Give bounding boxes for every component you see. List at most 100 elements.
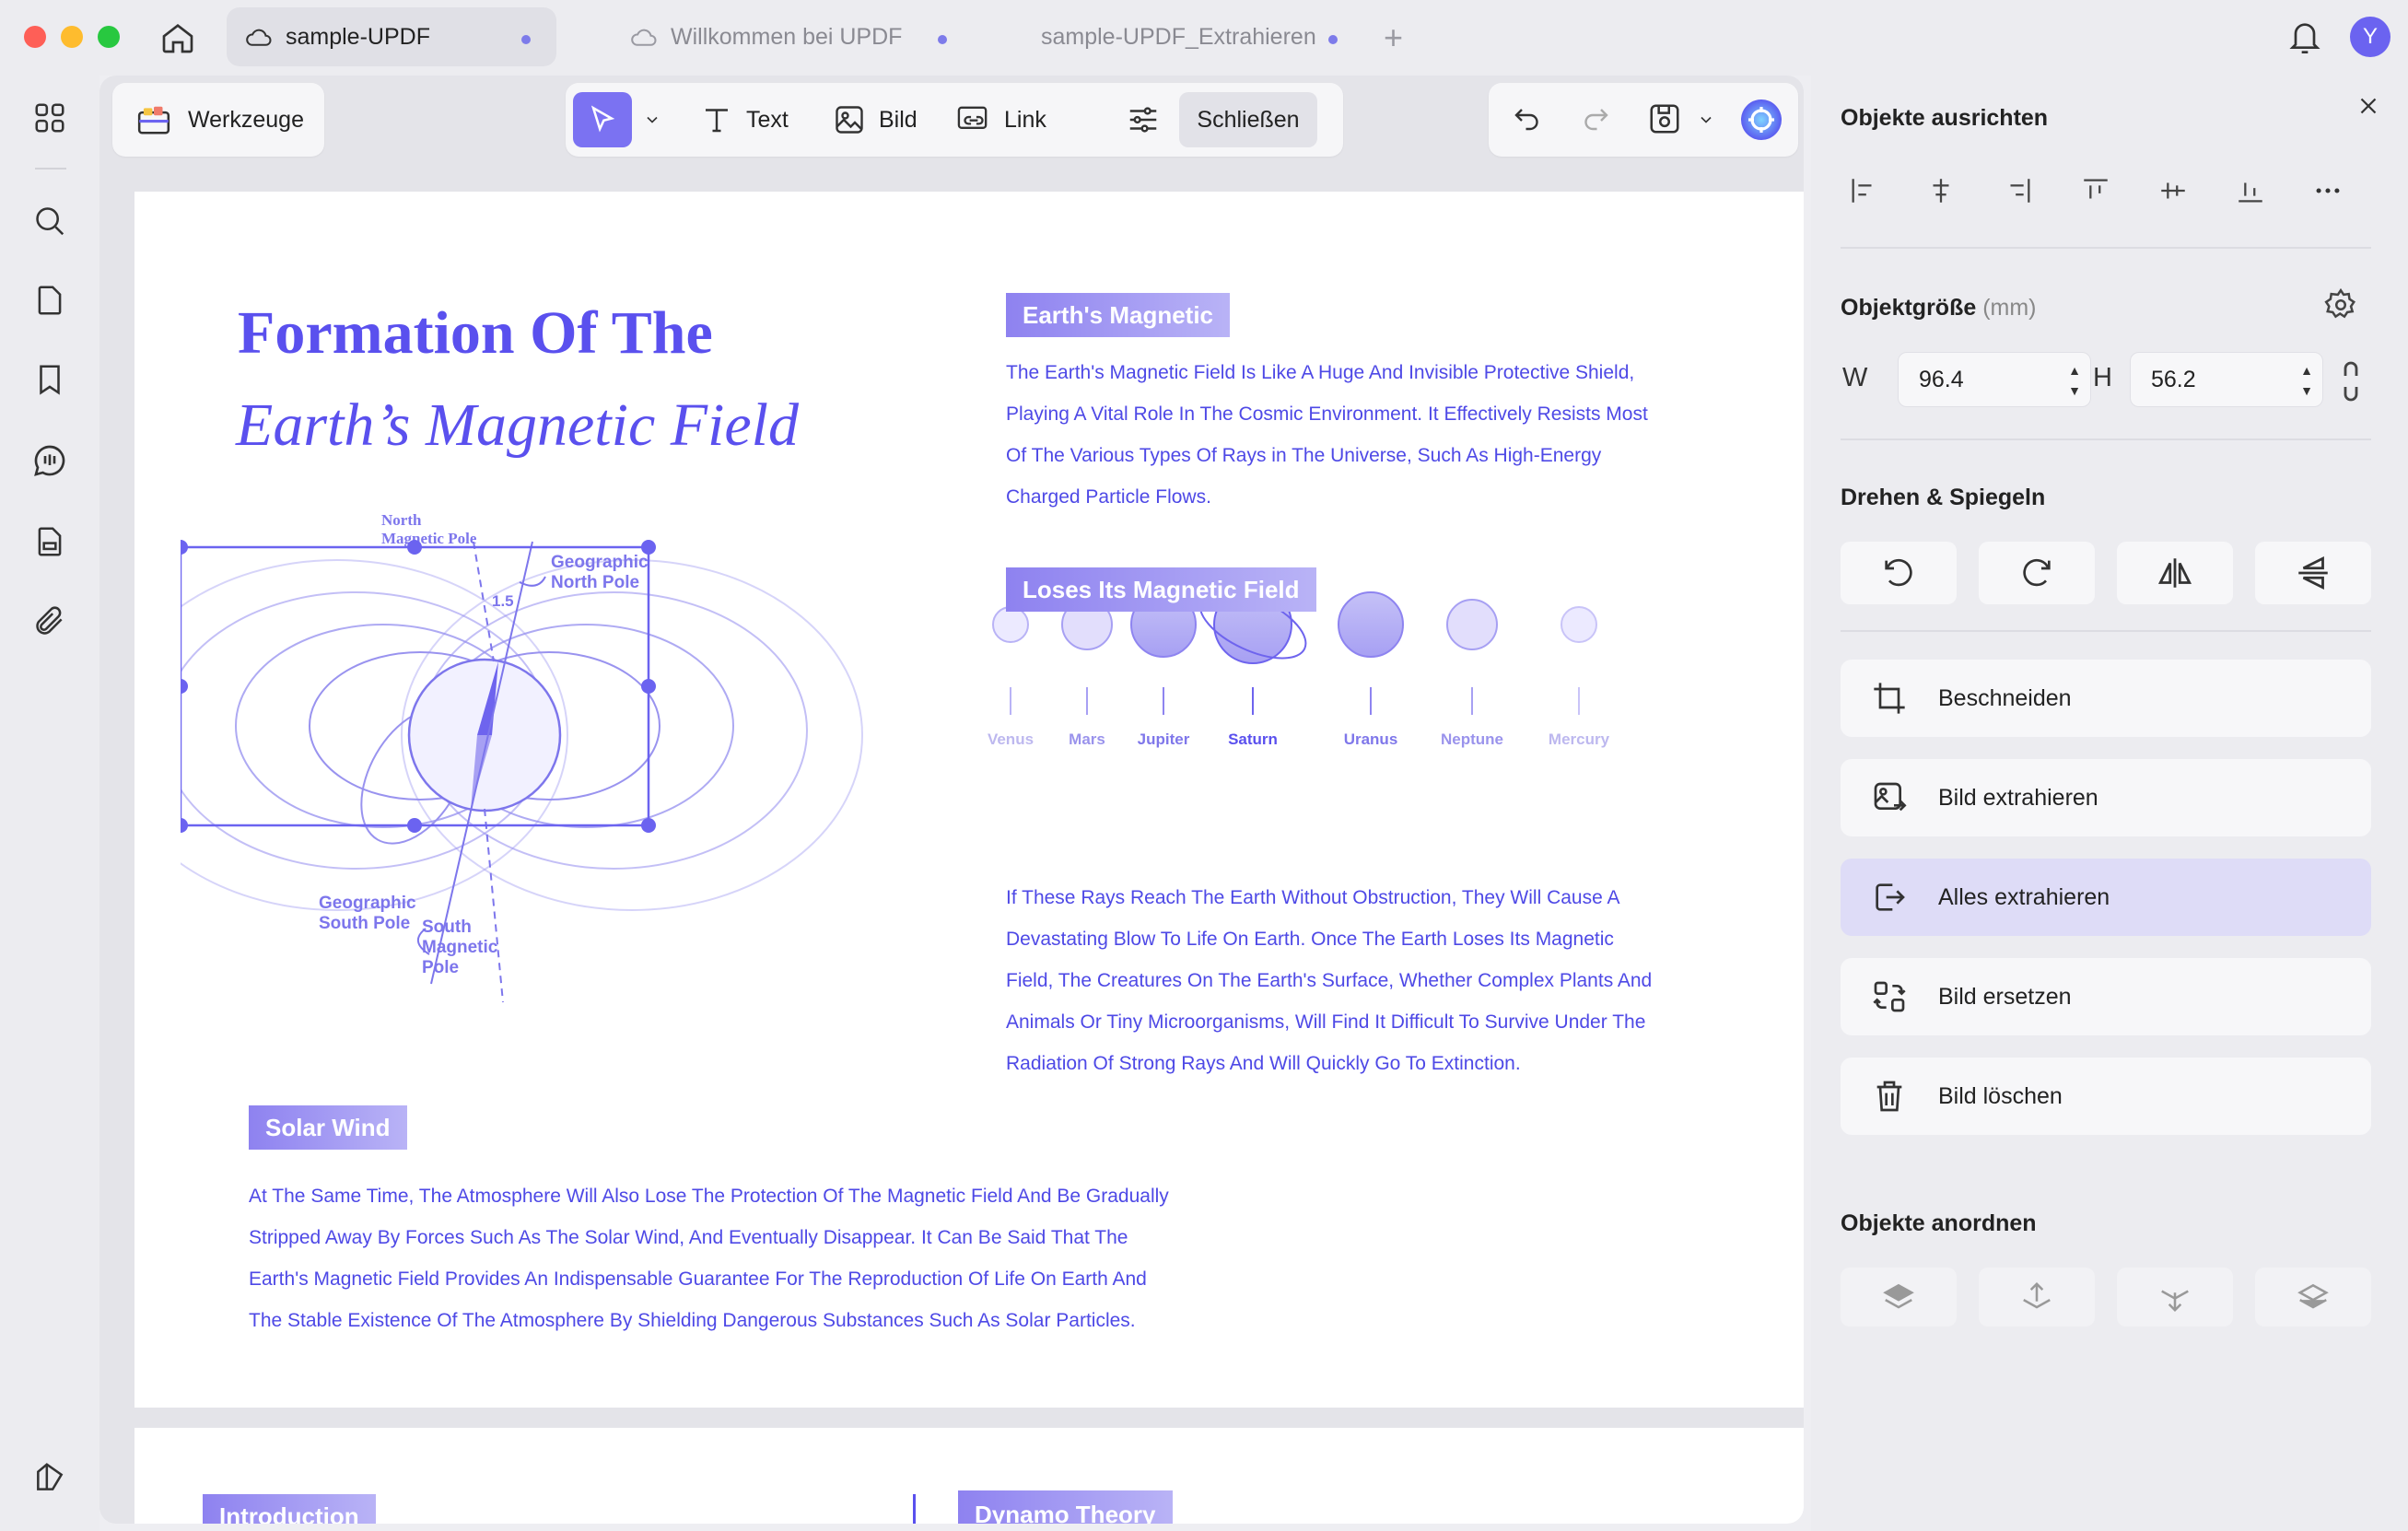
ai-assistant-button[interactable] <box>1739 98 1783 142</box>
add-image-button[interactable]: Bild <box>833 92 918 147</box>
crop-button[interactable]: Beschneiden <box>1841 660 2371 737</box>
select-tool-dropdown[interactable] <box>643 92 661 147</box>
properties-button[interactable] <box>1126 92 1161 147</box>
planet-label: Mars <box>1069 730 1105 748</box>
flip-vertical-button[interactable] <box>2255 542 2371 604</box>
figure-label: Magnetic <box>422 938 498 957</box>
bring-forward-button[interactable] <box>1979 1268 2095 1326</box>
height-value: 56.2 <box>2151 366 2196 392</box>
extract-all-label: Alles extrahieren <box>1938 883 2110 910</box>
cursor-icon <box>590 105 615 133</box>
paragraph-line: If These Rays Reach The Earth Without Ob… <box>1006 887 1620 908</box>
replace-image-label: Bild ersetzen <box>1938 983 2072 1010</box>
size-settings-button[interactable] <box>2323 287 2358 327</box>
rotate-ccw-icon <box>1885 558 1912 587</box>
figure-label: North Pole <box>551 573 639 592</box>
flip-horizontal-icon <box>2157 558 2192 588</box>
sidebar-apps-button[interactable] <box>29 98 70 138</box>
link-icon <box>957 106 988 129</box>
align-right-button[interactable] <box>1995 168 2041 214</box>
more-align-options-button[interactable] <box>2305 168 2351 214</box>
width-input[interactable]: 96.4 ▲ ▼ <box>1898 352 2091 407</box>
close-edit-button[interactable]: Schließen <box>1179 92 1317 147</box>
section-paragraph: The Earth's Magnetic Field Is Like A Hug… <box>1006 352 1648 518</box>
window-zoom-button[interactable] <box>98 26 120 48</box>
redo-button[interactable] <box>1579 101 1612 134</box>
align-right-icon <box>2010 179 2030 203</box>
align-left-button[interactable] <box>1841 168 1887 214</box>
planet-venus <box>992 606 1029 715</box>
send-to-back-button[interactable] <box>2255 1268 2371 1326</box>
window-close-button[interactable] <box>24 26 46 48</box>
text-label: Text <box>746 106 789 133</box>
sidebar-comments-button[interactable] <box>29 440 70 481</box>
send-backward-button[interactable] <box>2117 1268 2233 1326</box>
paragraph-line: Playing A Vital Role In The Cosmic Envir… <box>1006 403 1648 425</box>
save-icon <box>1650 104 1679 134</box>
add-text-button[interactable]: Text <box>700 92 789 147</box>
add-link-button[interactable]: Link <box>956 92 1046 147</box>
align-top-button[interactable] <box>2073 168 2119 214</box>
height-input[interactable]: 56.2 ▲ ▼ <box>2130 352 2323 407</box>
bookmark-icon <box>40 365 60 395</box>
extract-image-icon <box>1874 782 1907 812</box>
width-value: 96.4 <box>1919 366 1964 392</box>
sidebar-themes-button[interactable] <box>29 1457 70 1498</box>
sidebar-attachments-button[interactable] <box>29 601 70 641</box>
magnetic-field-image[interactable]: North Magnetic Pole Geographic North Pol… <box>181 505 991 1039</box>
paragraph-line: Stripped Away By Forces Such As The Sola… <box>249 1227 1128 1248</box>
save-options-dropdown[interactable] <box>1697 111 1715 129</box>
extract-image-button[interactable]: Bild extrahieren <box>1841 759 2371 836</box>
redo-icon <box>1584 109 1608 131</box>
home-icon <box>162 23 193 53</box>
new-tab-button[interactable]: + <box>1384 18 1403 57</box>
planet-label: Saturn <box>1228 730 1278 748</box>
tab-sample-updf[interactable]: sample-UPDF <box>227 7 556 66</box>
undo-button[interactable] <box>1511 101 1544 134</box>
planet-label: Jupiter <box>1138 730 1190 748</box>
paragraph-line: The Earth's Magnetic Field Is Like A Hug… <box>1006 362 1635 383</box>
tools-label: Werkzeuge <box>188 106 304 133</box>
sidebar-forms-button[interactable] <box>29 521 70 562</box>
align-center-v-button[interactable] <box>2150 168 2196 214</box>
height-stepper[interactable]: ▲ ▼ <box>2300 360 2313 401</box>
rotate-right-button[interactable] <box>1979 542 2095 604</box>
aspect-lock-button[interactable] <box>2340 359 2362 408</box>
align-bottom-button[interactable] <box>2227 168 2274 214</box>
column-divider <box>913 1494 916 1524</box>
sidebar-pages-button[interactable] <box>29 280 70 321</box>
sidebar-bookmarks-button[interactable] <box>29 359 70 400</box>
window-minimize-button[interactable] <box>61 26 83 48</box>
sidebar-divider <box>35 168 66 169</box>
home-button[interactable] <box>155 15 201 61</box>
sidebar-search-button[interactable] <box>29 201 70 241</box>
paragraph-line: The Stable Existence Of The Atmosphere B… <box>249 1310 1136 1331</box>
tab-label: sample-UPDF <box>286 23 430 50</box>
flip-horizontal-button[interactable] <box>2117 542 2233 604</box>
history-toolbar <box>1489 83 1798 157</box>
save-button[interactable] <box>1647 101 1682 136</box>
tab-sample-extrahieren[interactable]: sample-UPDF_Extrahieren <box>995 7 1363 66</box>
tools-button[interactable]: Werkzeuge <box>112 83 324 157</box>
select-tool-button[interactable] <box>573 92 632 147</box>
size-title: Objektgröße (mm) <box>1841 295 2037 321</box>
ai-assistant-icon <box>1741 99 1782 140</box>
chevron-down-icon <box>1701 116 1712 123</box>
bring-to-front-button[interactable] <box>1841 1268 1957 1326</box>
width-stepper[interactable]: ▲ ▼ <box>2068 360 2081 401</box>
panel-close-button[interactable] <box>2355 92 2382 124</box>
figure-label: Geographic <box>319 894 416 913</box>
notification-button[interactable] <box>2286 17 2323 62</box>
figure-label: North <box>381 511 422 529</box>
replace-image-button[interactable]: Bild ersetzen <box>1841 958 2371 1035</box>
avatar[interactable]: Y <box>2350 17 2390 57</box>
paragraph-line: At The Same Time, The Atmosphere Will Al… <box>249 1186 1169 1207</box>
rotate-left-button[interactable] <box>1841 542 1957 604</box>
align-center-h-button[interactable] <box>1918 168 1964 214</box>
extract-all-button[interactable]: Alles extrahieren <box>1841 859 2371 936</box>
link-label: Link <box>1004 106 1046 133</box>
delete-image-button[interactable]: Bild löschen <box>1841 1058 2371 1135</box>
figure-label: Geographic <box>551 553 649 572</box>
paperclip-icon <box>36 606 63 635</box>
tab-willkommen[interactable]: Willkommen bei UPDF <box>612 7 973 66</box>
